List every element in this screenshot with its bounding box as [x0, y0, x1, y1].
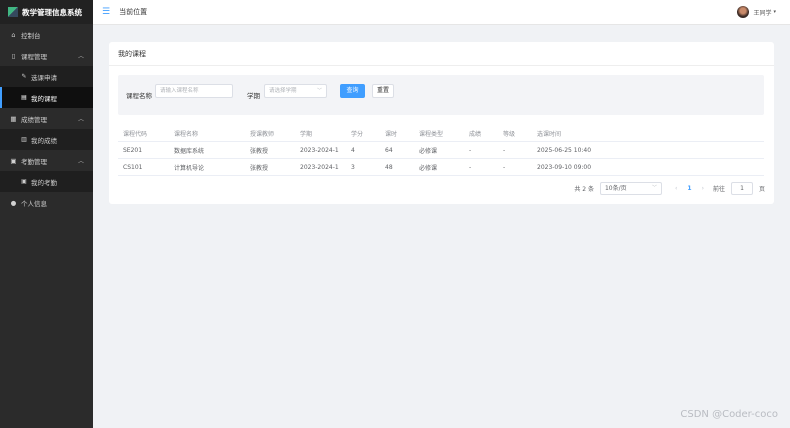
- sidebar-item-label: 我的考勤: [31, 178, 57, 187]
- avatar: [737, 6, 750, 18]
- table-cell: 张教授: [250, 147, 269, 155]
- chart-icon: ▦: [10, 114, 17, 123]
- semester-placeholder: 请选择学期: [269, 88, 297, 94]
- page-title: 我的课程: [109, 42, 774, 66]
- page-size-select[interactable]: 10条/页 ﹀: [599, 182, 662, 195]
- app-brand: 教学管理信息系统: [0, 0, 93, 24]
- table-cell: -: [469, 146, 472, 154]
- sidebar-item-label: 我的成绩: [31, 136, 57, 145]
- semester-select[interactable]: 请选择学期 ﹀: [264, 84, 327, 98]
- sidebar-item-dashboard[interactable]: ⌂ 控制台: [0, 24, 93, 45]
- course-name-placeholder: 请输入课程名称: [160, 88, 199, 94]
- course-card: 我的课程 课程名称 请输入课程名称 学期 请选择学期 ﹀ 查询 重置 课程代码 …: [109, 42, 774, 204]
- table-cell: 64: [385, 146, 393, 154]
- table-cell: 数据库系统: [174, 147, 205, 155]
- sidebar: 教学管理信息系统 ⌂ 控制台 ▯ 课程管理 ︿ ✎ 选课申请 ▤ 我的课程 ▦ …: [0, 0, 93, 428]
- chevron-down-icon: ▾: [773, 9, 776, 15]
- sidebar-item-label: 控制台: [21, 31, 41, 40]
- calendar-icon: ▣: [21, 178, 27, 185]
- sidebar-item-my-attendance[interactable]: ▣ 我的考勤: [0, 171, 93, 192]
- sidebar-item-course-management[interactable]: ▯ 课程管理 ︿: [0, 45, 93, 66]
- search-panel: 课程名称 请输入课程名称 学期 请选择学期 ﹀ 查询 重置: [118, 75, 764, 115]
- table-cell: 48: [385, 163, 393, 171]
- table-cell: 必修课: [419, 164, 438, 172]
- home-icon: ⌂: [11, 30, 16, 39]
- sidebar-item-label: 课程管理: [21, 52, 47, 61]
- next-page-icon[interactable]: ›: [702, 185, 704, 192]
- table-cell: 必修课: [419, 147, 438, 155]
- column-header: 等级: [503, 130, 516, 138]
- chevron-up-icon: ︿: [77, 116, 84, 123]
- app-title: 教学管理信息系统: [22, 7, 82, 17]
- sidebar-item-grade-management[interactable]: ▦ 成绩管理 ︿: [0, 108, 93, 129]
- column-header: 授课教师: [250, 130, 275, 138]
- table-cell: 张教授: [250, 164, 269, 172]
- page-suffix: 页: [758, 186, 765, 193]
- notebook-icon: ▤: [21, 94, 27, 101]
- goto-label: 前往: [712, 186, 725, 193]
- user-menu[interactable]: 王同学 ▾: [737, 6, 776, 18]
- column-header: 学期: [300, 130, 313, 138]
- chevron-down-icon: ﹀: [651, 185, 657, 191]
- sidebar-item-label: 我的课程: [31, 94, 57, 103]
- semester-label: 学期: [247, 92, 260, 100]
- chevron-down-icon: ﹀: [316, 88, 322, 94]
- pagination: 共 2 条 10条/页 ﹀ ‹ 1 › 前往 1 页: [574, 182, 765, 195]
- sidebar-item-personal-info[interactable]: ● 个人信息: [0, 192, 93, 213]
- top-header: ☰ 当前位置 王同学 ▾: [93, 0, 790, 25]
- column-header: 成绩: [469, 130, 482, 138]
- table-cell: -: [469, 163, 472, 171]
- total-count: 共 2 条: [574, 186, 594, 193]
- prev-page-icon[interactable]: ‹: [675, 185, 677, 192]
- watermark: CSDN @Coder-coco: [680, 409, 778, 420]
- table-row[interactable]: SE201 数据库系统 张教授 2023-2024-1 4 64 必修课 - -…: [118, 142, 764, 159]
- page-number[interactable]: 1: [687, 185, 691, 192]
- calendar-icon: ▣: [10, 156, 17, 165]
- sidebar-item-label: 考勤管理: [21, 157, 47, 166]
- course-name-input[interactable]: 请输入课程名称: [155, 84, 233, 98]
- table-cell: 2023-09-10 09:00: [537, 163, 592, 171]
- table-row[interactable]: CS101 计算机导论 张教授 2023-2024-1 3 48 必修课 - -…: [118, 159, 764, 176]
- edit-icon: ✎: [21, 73, 27, 80]
- book-icon: ▯: [11, 51, 16, 60]
- chevron-up-icon: ︿: [77, 53, 84, 60]
- table-cell: 2023-2024-1: [300, 163, 339, 171]
- course-name-label: 课程名称: [126, 92, 152, 100]
- table-cell: SE201: [123, 146, 143, 154]
- breadcrumb: 当前位置: [119, 8, 148, 16]
- table-cell: -: [503, 146, 506, 154]
- sidebar-item-label: 成绩管理: [21, 115, 47, 124]
- table-cell: -: [503, 163, 506, 171]
- course-table: 课程代码 课程名称 授课教师 学期 学分 课时 课程类型 成绩 等级 选课时间 …: [118, 125, 764, 176]
- sidebar-item-course-application[interactable]: ✎ 选课申请: [0, 66, 93, 87]
- user-icon: ●: [10, 198, 17, 207]
- table-cell: CS101: [123, 163, 143, 171]
- column-header: 选课时间: [537, 130, 562, 138]
- menu-toggle-icon[interactable]: ☰: [102, 7, 110, 17]
- page-size-value: 10条/页: [604, 185, 627, 192]
- table-cell: 3: [351, 163, 355, 171]
- table-cell: 计算机导论: [174, 164, 205, 172]
- user-name: 王同学: [753, 9, 772, 17]
- column-header: 课程名称: [174, 130, 199, 138]
- table-cell: 4: [351, 146, 355, 154]
- sidebar-item-label: 选课申请: [31, 73, 57, 82]
- column-header: 学分: [351, 130, 364, 138]
- reset-button[interactable]: 重置: [372, 84, 394, 98]
- table-cell: 2025-06-25 10:40: [537, 146, 592, 154]
- column-header: 课时: [385, 130, 398, 138]
- search-button[interactable]: 查询: [340, 84, 365, 98]
- table-cell: 2023-2024-1: [300, 146, 339, 154]
- document-icon: ▥: [21, 136, 27, 143]
- chevron-up-icon: ︿: [77, 158, 84, 165]
- sidebar-item-label: 个人信息: [21, 199, 47, 208]
- sidebar-item-my-courses[interactable]: ▤ 我的课程: [0, 87, 93, 108]
- column-header: 课程类型: [419, 130, 444, 138]
- goto-page-input[interactable]: 1: [730, 182, 753, 195]
- column-header: 课程代码: [123, 130, 148, 138]
- logo-icon: [8, 7, 18, 17]
- sidebar-item-attendance-management[interactable]: ▣ 考勤管理 ︿: [0, 150, 93, 171]
- sidebar-item-my-grades[interactable]: ▥ 我的成绩: [0, 129, 93, 150]
- table-header-row: 课程代码 课程名称 授课教师 学期 学分 课时 课程类型 成绩 等级 选课时间: [118, 125, 764, 142]
